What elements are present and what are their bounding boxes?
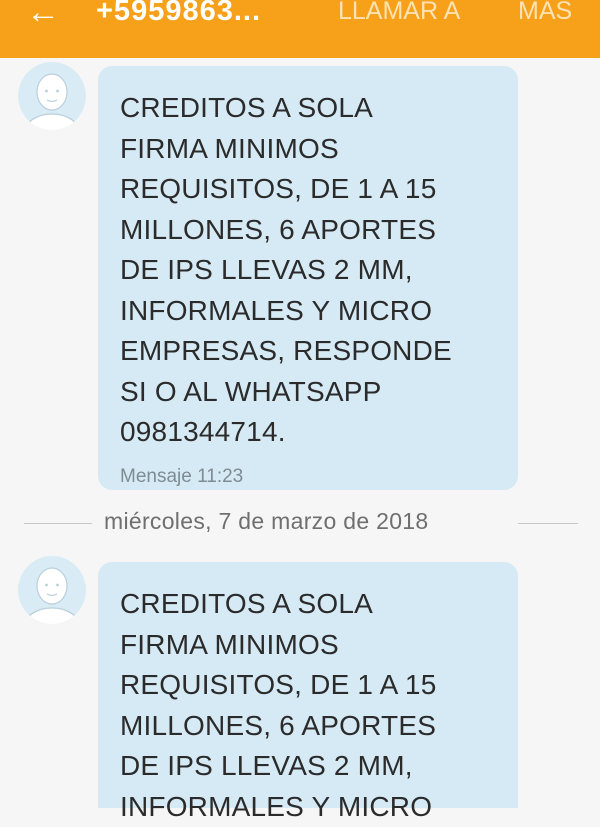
message-line: MILLONES, 6 APORTES — [120, 706, 498, 747]
message-line: DE IPS LLEVAS 2 MM, — [120, 746, 498, 787]
message-line: 0981344714. — [120, 412, 498, 453]
message-line: SI O AL WHATSAPP — [120, 372, 498, 413]
message-line: INFORMALES Y MICRO — [120, 787, 498, 827]
more-button[interactable]: MÁS — [518, 0, 572, 31]
message-bubble[interactable]: CREDITOS A SOLA FIRMA MINIMOS REQUISITOS… — [98, 66, 518, 490]
date-divider: miércoles, 7 de marzo de 2018 — [0, 506, 600, 540]
message-line: CREDITOS A SOLA — [120, 584, 498, 625]
message-timestamp: Mensaje 11:23 — [120, 465, 498, 489]
divider-line — [518, 523, 578, 524]
message-line: REQUISITOS, DE 1 A 15 — [120, 665, 498, 706]
date-label: miércoles, 7 de marzo de 2018 — [104, 508, 428, 535]
contact-avatar-icon[interactable] — [18, 556, 86, 624]
contact-avatar-icon[interactable] — [18, 62, 86, 130]
message-line: MILLONES, 6 APORTES — [120, 210, 498, 251]
message-line: INFORMALES Y MICRO — [120, 291, 498, 332]
message-text: CREDITOS A SOLA FIRMA MINIMOS REQUISITOS… — [120, 584, 498, 827]
back-arrow-icon[interactable]: ← — [26, 0, 60, 32]
message-line: REQUISITOS, DE 1 A 15 — [120, 169, 498, 210]
message-line: EMPRESAS, RESPONDE — [120, 331, 498, 372]
contact-title[interactable]: +5959863... — [96, 0, 261, 31]
message-line: FIRMA MINIMOS — [120, 625, 498, 666]
message-line: FIRMA MINIMOS — [120, 129, 498, 170]
divider-line — [24, 523, 92, 524]
message-line: DE IPS LLEVAS 2 MM, — [120, 250, 498, 291]
app-bar: ← +5959863... LLAMAR A MÁS — [0, 0, 600, 58]
call-button[interactable]: LLAMAR A — [338, 0, 460, 31]
message-line: CREDITOS A SOLA — [120, 88, 498, 129]
message-bubble[interactable]: CREDITOS A SOLA FIRMA MINIMOS REQUISITOS… — [98, 562, 518, 808]
message-text: CREDITOS A SOLA FIRMA MINIMOS REQUISITOS… — [120, 88, 498, 453]
